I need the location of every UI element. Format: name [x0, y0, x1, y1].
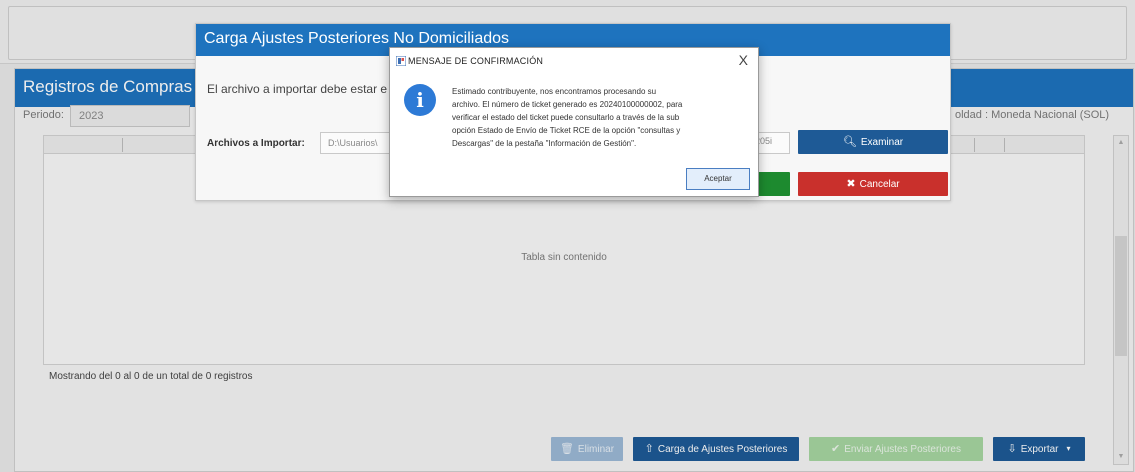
- modal-message: El archivo a importar debe estar e: [207, 82, 388, 96]
- cancelar-label: Cancelar: [859, 178, 900, 190]
- archivos-label: Archivos a Importar:: [207, 138, 305, 149]
- confirmation-dialog: MENSAJE DE CONFIRMACIÓN X i Estimado con…: [389, 47, 759, 197]
- dialog-body-line: verificar el estado del ticket puede con…: [452, 113, 680, 122]
- close-icon[interactable]: X: [739, 52, 748, 68]
- modal-accept-button[interactable]: [756, 172, 790, 196]
- dialog-body-line: opción Estado de Envío de Ticket RCE de …: [452, 126, 681, 135]
- dialog-body-line: Estimado contribuyente, nos encontramos …: [452, 87, 657, 96]
- modal-title: Carga Ajustes Posteriores No Domiciliado…: [204, 30, 510, 47]
- info-icon: i: [404, 84, 436, 116]
- search-icon: 🔍︎: [842, 135, 857, 148]
- times-icon: ✖: [846, 177, 856, 190]
- cancelar-button[interactable]: ✖ Cancelar: [798, 172, 948, 196]
- dialog-body-line: Descargas" de la pestaña "Información de…: [452, 139, 637, 148]
- dialog-body: Estimado contribuyente, nos encontramos …: [452, 85, 752, 150]
- examinar-button[interactable]: 🔍︎ Examinar: [798, 130, 948, 154]
- dialog-title: MENSAJE DE CONFIRMACIÓN: [408, 56, 544, 66]
- dialog-titlebar: MENSAJE DE CONFIRMACIÓN X: [390, 48, 758, 74]
- examinar-label: Examinar: [860, 136, 904, 148]
- dialog-body-line: archivo. El número de ticket generado es…: [452, 100, 683, 109]
- app-icon: [396, 56, 406, 66]
- aceptar-button[interactable]: Aceptar: [686, 168, 750, 190]
